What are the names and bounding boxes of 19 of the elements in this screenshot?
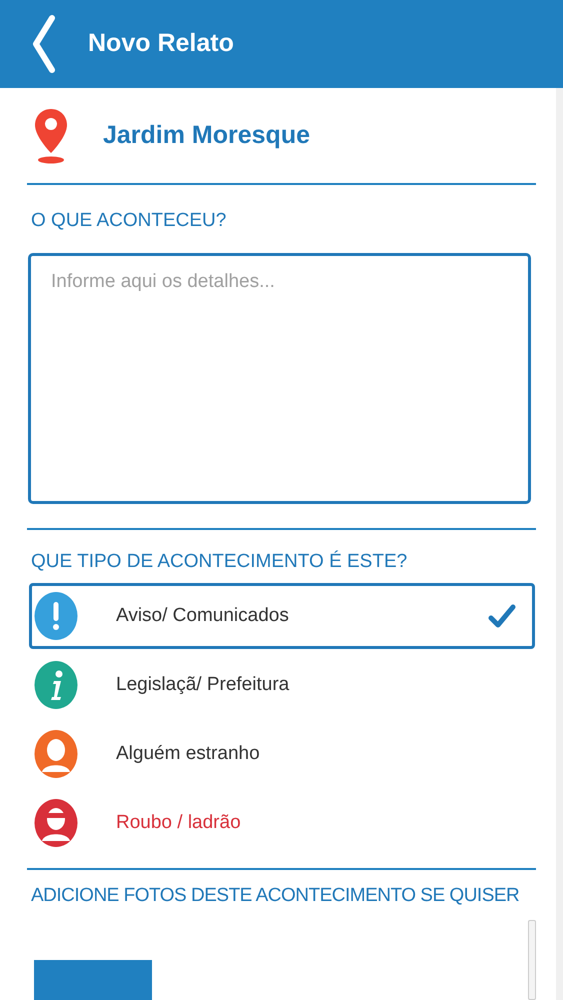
screen-title: Novo Relato <box>88 28 234 60</box>
section-heading: ADICIONE FOTOS DESTE ACONTECIMENTO SE QUISER <box>31 884 520 908</box>
scrollbar[interactable] <box>528 920 536 1000</box>
option-label: Aviso/ Comunicados <box>116 604 290 628</box>
location-name: Jardim Moresque <box>103 120 310 151</box>
back-icon <box>30 14 58 74</box>
event-type-option[interactable]: Alguém estranho <box>29 721 535 787</box>
add-photo-button[interactable] <box>34 960 152 1000</box>
section-heading: QUE TIPO DE ACONTECIMENTO É ESTE? <box>31 550 408 574</box>
option-label: Roubo / ladrão <box>116 810 242 835</box>
event-type-option[interactable]: Legislaçã/ Prefeitura <box>29 652 535 718</box>
location-pin-icon <box>33 106 69 164</box>
check-icon <box>488 603 516 629</box>
details-field[interactable]: Informe aqui os detalhes... <box>28 253 531 504</box>
option-label: Legislaçã/ Prefeitura <box>116 672 290 697</box>
event-type-option[interactable]: Aviso/ Comunicados <box>29 583 535 649</box>
option-label: Alguém estranho <box>116 742 261 766</box>
event-type-option[interactable]: Roubo / ladrão <box>29 790 535 856</box>
section-heading: O QUE ACONTECEU? <box>31 209 228 233</box>
